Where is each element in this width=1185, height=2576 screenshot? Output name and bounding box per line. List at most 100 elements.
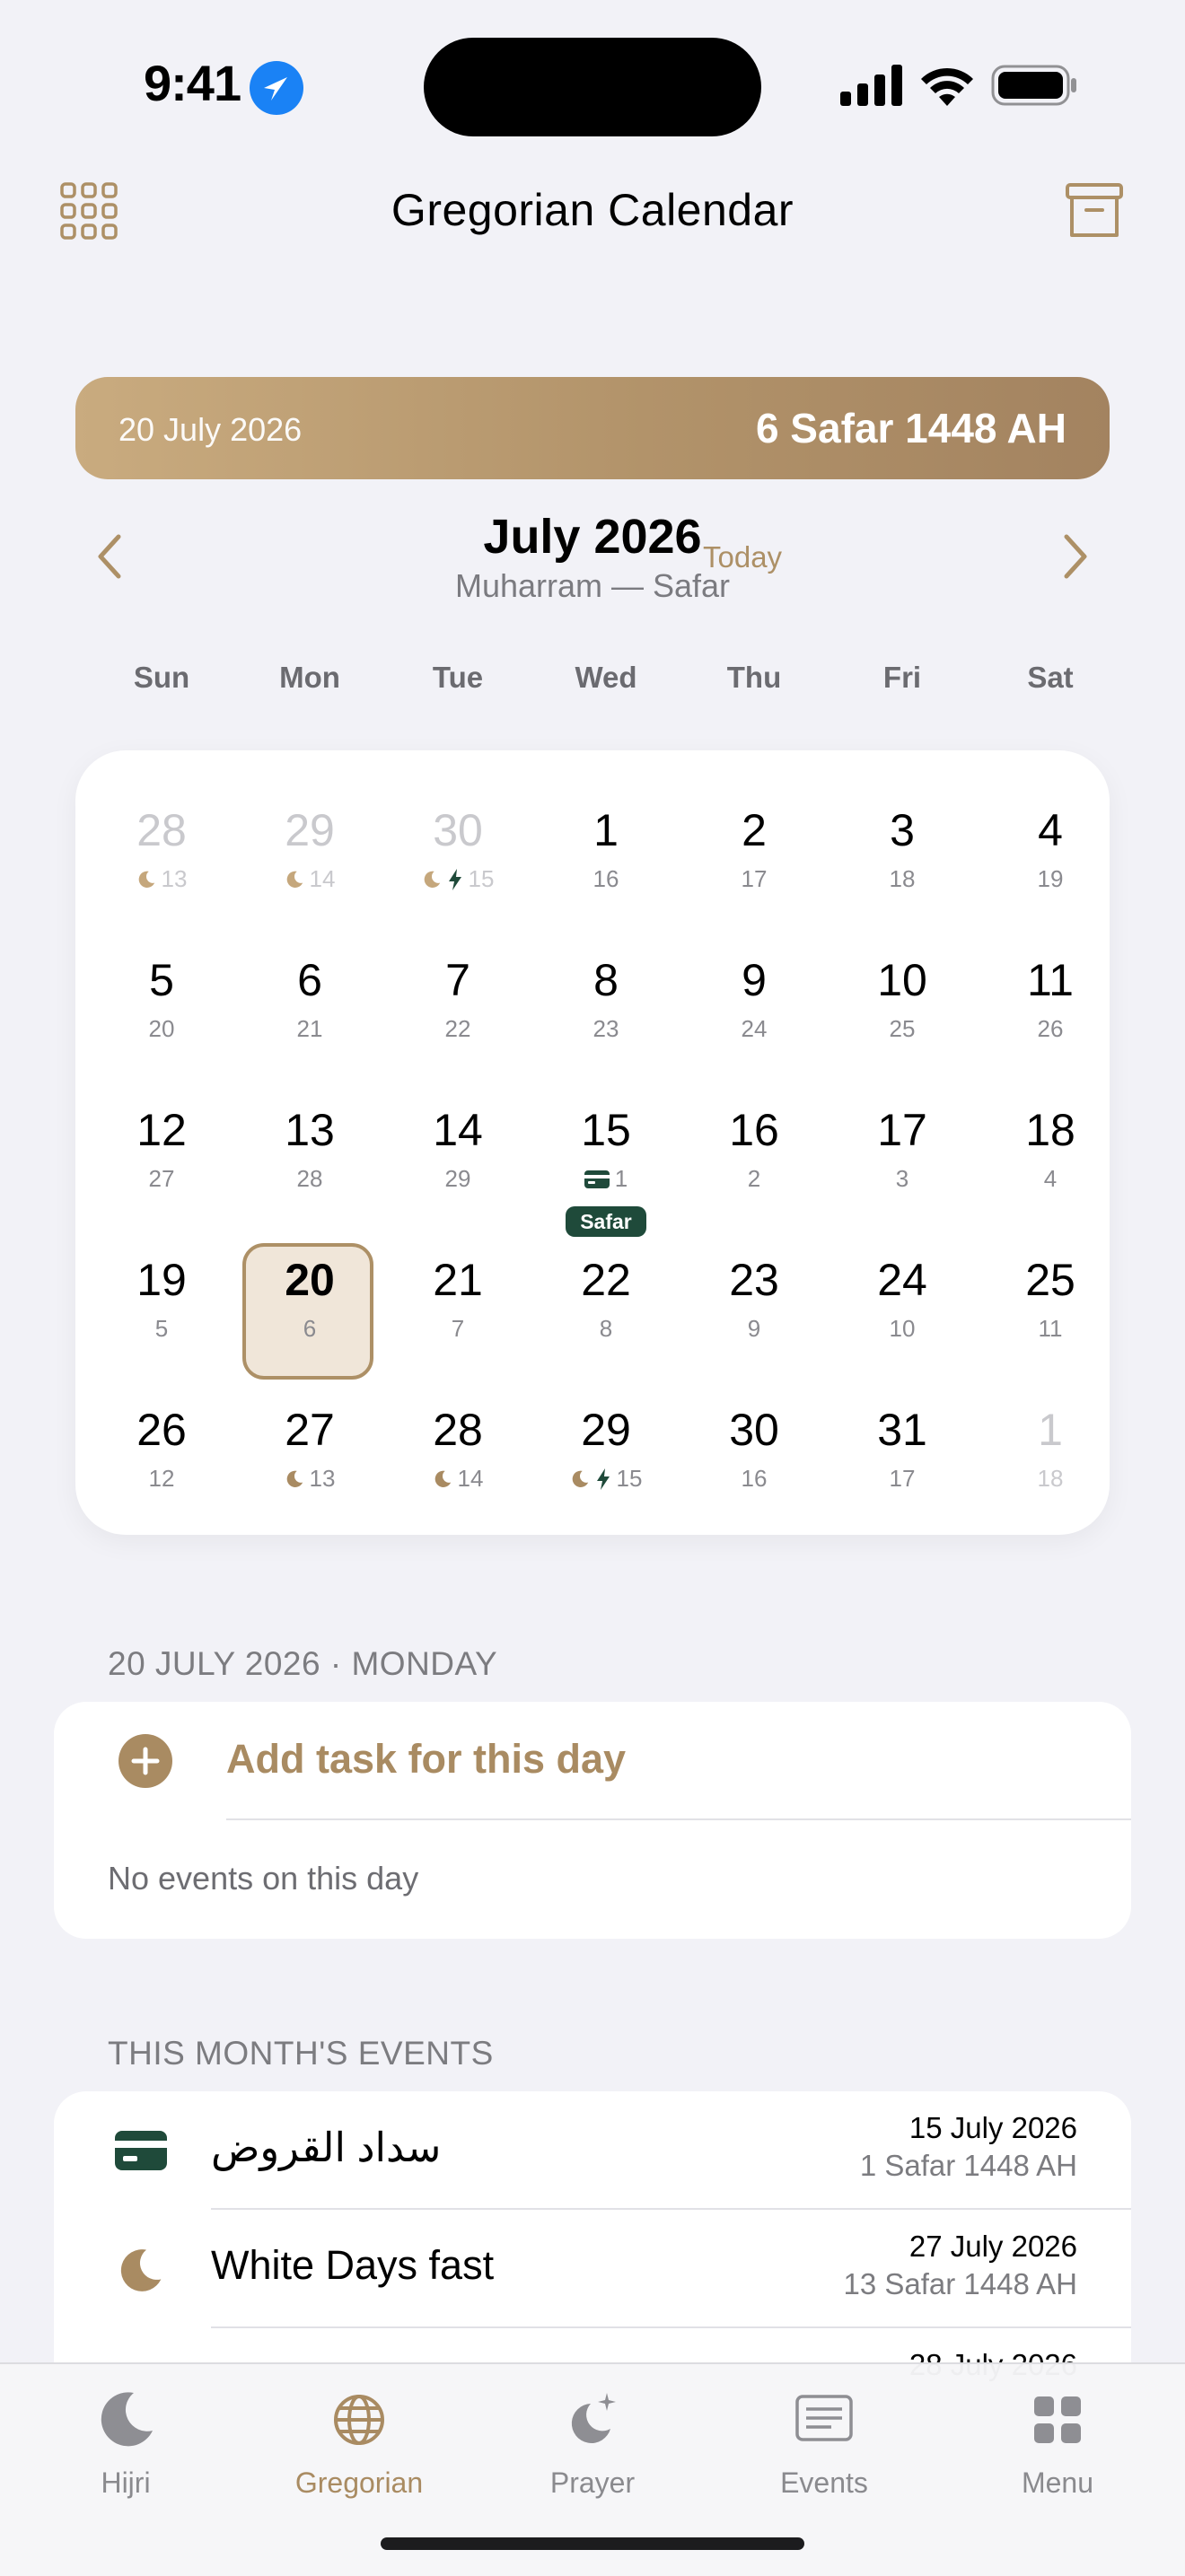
day-number: 30: [729, 1405, 779, 1455]
hijri-day: 18: [979, 1465, 1121, 1493]
hijri-day: 21: [239, 1015, 381, 1043]
hijri-day: 25: [831, 1015, 973, 1043]
page-title: Gregorian Calendar: [391, 185, 794, 235]
hijri-day: 28: [239, 1165, 381, 1193]
cellular-signal-icon: [840, 65, 903, 106]
tab-prayer[interactable]: Prayer: [503, 2364, 682, 2526]
day-number: 8: [593, 955, 619, 1005]
day-cell[interactable]: 31 17: [831, 1371, 973, 1515]
hijri-day-number: 23: [592, 1015, 619, 1042]
hijri-day: 3: [831, 1165, 973, 1193]
event-hijri-date: 13 Safar 1448 AH: [843, 2267, 1077, 2300]
day-cell[interactable]: 20 6: [239, 1222, 381, 1380]
day-cell[interactable]: 3 18: [831, 772, 973, 916]
day-cell[interactable]: 29 15: [535, 1371, 677, 1515]
hijri-day: 19: [979, 865, 1121, 893]
add-circle-icon[interactable]: [118, 1734, 172, 1788]
hijri-day: 20: [91, 1015, 233, 1043]
day-cell[interactable]: 18 4: [979, 1072, 1121, 1215]
day-cell[interactable]: 12 27: [91, 1072, 233, 1215]
selected-day-label: 20 JULY 2026 · MONDAY: [108, 1645, 498, 1682]
hijri-day-number: 18: [1037, 1465, 1064, 1492]
month-title: July 2026: [483, 510, 702, 564]
event-title: White Days fast: [211, 2242, 495, 2288]
day-cell[interactable]: 6 21: [239, 922, 381, 1065]
day-cell[interactable]: 7 22: [387, 922, 529, 1065]
day-cell[interactable]: 15 1 Safar: [535, 1072, 677, 1237]
day-cell[interactable]: 22 8: [535, 1222, 677, 1365]
day-cell[interactable]: 8 23: [535, 922, 677, 1065]
event-row[interactable]: White Days fast 27 July 2026 13 Safar 1448…: [54, 2210, 1131, 2328]
event-hijri-date: 1 Safar 1448 AH: [859, 2149, 1077, 2182]
month-events-label: THIS MONTH'S EVENTS: [108, 2035, 494, 2072]
day-cell[interactable]: 19 5: [91, 1222, 233, 1365]
day-cell[interactable]: 30 16: [683, 1371, 825, 1515]
day-number: 7: [445, 955, 470, 1005]
hijri-day: 7: [387, 1315, 529, 1343]
event-gregorian-date: 27 July 2026: [908, 2230, 1077, 2263]
day-number: 12: [136, 1105, 187, 1155]
day-cell[interactable]: 29 14: [239, 772, 381, 916]
hijri-day-number: 13: [161, 865, 188, 892]
weekday-thu: Thu: [726, 661, 782, 694]
day-cell[interactable]: 24 10: [831, 1222, 973, 1365]
hijri-day-number: 13: [309, 1465, 336, 1492]
day-cell[interactable]: 9 24: [683, 922, 825, 1065]
tab-gregorian[interactable]: Gregorian: [269, 2364, 449, 2526]
day-cell[interactable]: 1 16: [535, 772, 677, 916]
card-icon: [115, 2127, 167, 2174]
hijri-day-number: 12: [148, 1465, 175, 1492]
selected-day-card: Add task for this day No events on this …: [54, 1702, 1131, 1939]
day-number: 17: [877, 1105, 927, 1155]
day-cell[interactable]: 5 20: [91, 922, 233, 1065]
card-icon: [584, 1170, 610, 1188]
event-row[interactable]: سداد القروض 15 July 2026 1 Safar 1448 AH: [54, 2091, 1131, 2210]
tab-label: Gregorian: [294, 2466, 424, 2499]
day-cell[interactable]: 14 29: [387, 1072, 529, 1215]
day-number: 4: [1038, 805, 1063, 855]
tab-events[interactable]: Events: [734, 2364, 914, 2526]
hijri-day: 11: [979, 1315, 1121, 1343]
day-number: 29: [581, 1405, 631, 1455]
day-cell[interactable]: 217: [683, 772, 825, 916]
day-cell[interactable]: 28 14: [387, 1371, 529, 1515]
day-cell[interactable]: 13 28: [239, 1072, 381, 1215]
hijri-day: 9: [683, 1315, 825, 1343]
empty-events-text: No events on this day: [108, 1860, 419, 1897]
moon-stars-icon: [560, 2388, 625, 2452]
archive-button[interactable]: [1065, 181, 1124, 241]
hijri-day-number: 22: [444, 1015, 471, 1042]
day-cell[interactable]: 16 2: [683, 1072, 825, 1215]
day-cell[interactable]: 25 11: [979, 1222, 1121, 1365]
day-cell[interactable]: 27 13: [239, 1371, 381, 1515]
day-cell[interactable]: 26 12: [91, 1371, 233, 1515]
day-cell[interactable]: 217: [387, 1222, 529, 1365]
battery-icon: [991, 65, 1077, 106]
bolt-icon: [596, 1468, 610, 1490]
day-cell[interactable]: 17 3: [831, 1072, 973, 1215]
next-month-button[interactable]: [1050, 530, 1097, 583]
hijri-day: 13: [239, 1465, 381, 1493]
hijri-day-number: 19: [1037, 865, 1064, 892]
day-cell[interactable]: 23 9: [683, 1222, 825, 1365]
hijri-day-number: 9: [747, 1315, 761, 1342]
day-cell[interactable]: 11 26: [979, 922, 1121, 1065]
weekday-tue: Tue: [432, 661, 484, 694]
tab-hijri[interactable]: Hijri: [36, 2364, 215, 2526]
day-cell[interactable]: 28 13: [91, 772, 233, 916]
hijri-day-number: 10: [889, 1315, 916, 1342]
add-task-button[interactable]: Add task for this day: [226, 1736, 626, 1783]
day-number: 6: [297, 955, 322, 1005]
day-cell[interactable]: 10 25: [831, 922, 973, 1065]
hijri-day: 16: [535, 865, 677, 893]
day-cell[interactable]: 1 18: [979, 1371, 1121, 1515]
hijri-day-number: 4: [1043, 1165, 1058, 1192]
hijri-day-number: 28: [296, 1165, 323, 1192]
day-cell[interactable]: 30 15: [387, 772, 529, 916]
hijri-day-number: 2: [747, 1165, 761, 1192]
weekday-sun: Sun: [133, 661, 190, 694]
tab-menu[interactable]: Menu: [968, 2364, 1147, 2526]
hijri-day-number: 18: [889, 865, 916, 892]
day-cell[interactable]: 4 19: [979, 772, 1121, 916]
today-button[interactable]: Today: [703, 540, 782, 574]
